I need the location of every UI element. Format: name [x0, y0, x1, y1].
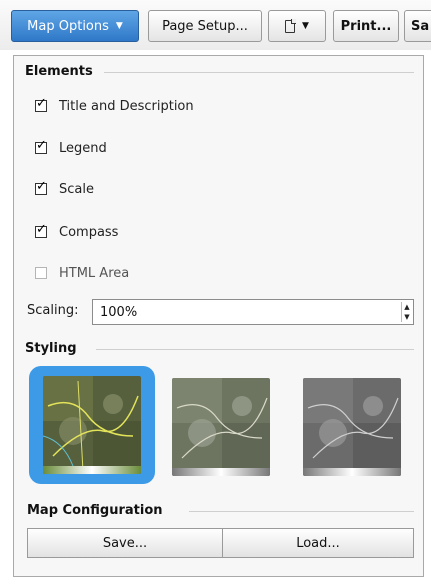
save-label: Sa: [411, 18, 430, 34]
grayscale-map-thumbnail-icon: [303, 378, 401, 476]
thumbnail-legend-bar: [172, 468, 270, 476]
checkbox-compass[interactable]: Compass: [35, 222, 118, 242]
satellite-map-thumbnail-icon: [43, 376, 141, 474]
checkbox-html-area[interactable]: HTML Area: [35, 263, 129, 283]
map-options-button[interactable]: Map Options ▼: [11, 10, 139, 42]
page-setup-label: Page Setup...: [162, 18, 248, 34]
document-menu-button[interactable]: ▼: [268, 10, 326, 42]
checkbox-label: Scale: [59, 181, 94, 197]
elements-section-title: Elements: [25, 64, 93, 79]
scaling-input[interactable]: [92, 299, 414, 325]
checkbox-checked-icon[interactable]: [35, 96, 47, 112]
styling-section-title: Styling: [25, 341, 77, 356]
checkbox-title-description[interactable]: Title and Description: [35, 96, 194, 116]
section-divider: [96, 349, 414, 350]
style-option-muted[interactable]: [172, 378, 270, 476]
checkbox-label: Title and Description: [59, 98, 194, 114]
save-configuration-label: Save...: [102, 535, 148, 551]
page-setup-button[interactable]: Page Setup...: [148, 10, 262, 42]
save-button[interactable]: Sa: [404, 10, 431, 42]
scaling-spinner[interactable]: ▲ ▼: [401, 302, 412, 322]
checkbox-checked-icon[interactable]: [35, 222, 47, 238]
print-button[interactable]: Print...: [333, 10, 399, 42]
load-configuration-label: Load...: [296, 535, 340, 551]
thumbnail-legend-bar: [303, 468, 401, 476]
checkbox-checked-icon[interactable]: [35, 179, 47, 195]
checkbox-label: HTML Area: [59, 265, 130, 281]
spinner-down-icon[interactable]: ▼: [404, 312, 409, 322]
document-icon: [285, 18, 297, 33]
checkbox-label: Legend: [59, 140, 107, 156]
scaling-label: Scaling:: [27, 303, 79, 318]
toolbar: Map Options ▼ Page Setup... ▼ Print... S…: [0, 0, 431, 50]
section-divider: [189, 511, 414, 512]
chevron-down-icon: ▼: [302, 21, 309, 31]
chevron-down-icon: ▼: [115, 21, 123, 31]
checkbox-scale[interactable]: Scale: [35, 179, 94, 199]
spinner-up-icon[interactable]: ▲: [404, 302, 409, 312]
save-configuration-button[interactable]: Save...: [27, 528, 223, 558]
muted-map-thumbnail-icon: [172, 378, 270, 476]
section-divider: [104, 72, 414, 73]
checkbox-legend[interactable]: Legend: [35, 138, 107, 158]
checkbox-unchecked-icon[interactable]: [35, 267, 47, 279]
style-option-grayscale[interactable]: [303, 378, 401, 476]
thumbnail-legend-bar: [43, 466, 141, 474]
checkbox-checked-icon[interactable]: [35, 138, 47, 154]
style-option-satellite[interactable]: [43, 376, 141, 474]
load-configuration-button[interactable]: Load...: [222, 528, 414, 558]
map-options-panel: Elements Title and Description Legend Sc…: [13, 55, 424, 577]
checkbox-label: Compass: [59, 224, 119, 240]
print-label: Print...: [340, 18, 392, 34]
map-configuration-section-title: Map Configuration: [27, 503, 163, 518]
map-options-label: Map Options: [27, 18, 109, 34]
